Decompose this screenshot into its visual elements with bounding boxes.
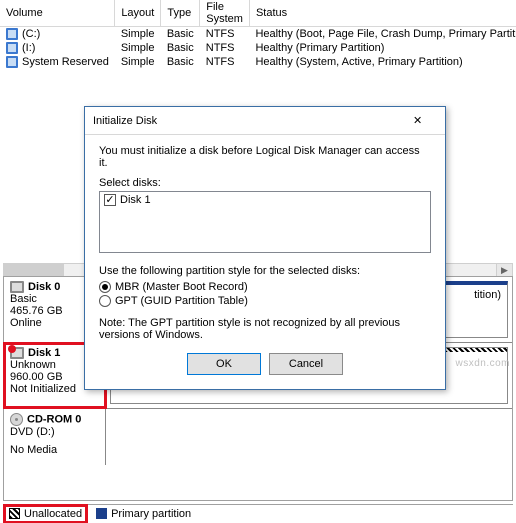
legend-primary: Primary partition bbox=[96, 508, 191, 520]
disk-listbox[interactable]: ✓ Disk 1 bbox=[99, 191, 431, 253]
watermark: wsxdn.com bbox=[455, 358, 510, 369]
swatch-unallocated-icon bbox=[9, 508, 20, 519]
select-disks-label: Select disks: bbox=[99, 177, 431, 189]
gpt-note: Note: The GPT partition style is not rec… bbox=[99, 317, 431, 341]
col-status[interactable]: Status bbox=[249, 0, 516, 27]
initialize-disk-dialog: Initialize Disk ✕ You must initialize a … bbox=[84, 106, 446, 390]
scroll-right-icon[interactable]: ▶ bbox=[496, 264, 512, 276]
cdrom-header[interactable]: CD-ROM 0 DVD (D:) No Media bbox=[4, 409, 106, 465]
table-row[interactable]: System Reserved SimpleBasicNTFSHealthy (… bbox=[0, 55, 516, 69]
checkbox[interactable]: ✓ bbox=[104, 194, 116, 206]
radio-mbr[interactable]: MBR (Master Boot Record) bbox=[99, 281, 431, 293]
radio-icon bbox=[99, 281, 111, 293]
dialog-message: You must initialize a disk before Logica… bbox=[99, 145, 431, 169]
radio-icon bbox=[99, 295, 111, 307]
cd-icon bbox=[10, 413, 23, 426]
table-row[interactable]: (C:) SimpleBasicNTFSHealthy (Boot, Page … bbox=[0, 27, 516, 42]
ok-button[interactable]: OK bbox=[187, 353, 261, 375]
legend: Unallocated Primary partition bbox=[3, 504, 513, 522]
dialog-titlebar[interactable]: Initialize Disk ✕ bbox=[85, 107, 445, 135]
col-type[interactable]: Type bbox=[161, 0, 200, 27]
dialog-title: Initialize Disk bbox=[93, 115, 413, 127]
col-fs[interactable]: File System bbox=[200, 0, 250, 27]
partition-style-label: Use the following partition style for th… bbox=[99, 265, 431, 277]
disk-icon bbox=[10, 281, 24, 293]
drive-icon bbox=[6, 42, 18, 54]
volume-table: Volume Layout Type File System Status C … bbox=[0, 0, 516, 69]
radio-gpt[interactable]: GPT (GUID Partition Table) bbox=[99, 295, 431, 307]
drive-icon bbox=[6, 28, 18, 40]
drive-icon bbox=[6, 56, 18, 68]
swatch-primary-icon bbox=[96, 508, 107, 519]
disk-error-icon bbox=[10, 347, 24, 359]
col-volume[interactable]: Volume bbox=[0, 0, 115, 27]
close-button[interactable]: ✕ bbox=[413, 111, 437, 131]
disk-row: CD-ROM 0 DVD (D:) No Media bbox=[4, 409, 512, 465]
legend-unallocated: Unallocated bbox=[7, 508, 84, 520]
cdrom-body bbox=[106, 409, 512, 465]
table-row[interactable]: (I:) SimpleBasicNTFSHealthy (Primary Par… bbox=[0, 41, 516, 55]
list-item[interactable]: ✓ Disk 1 bbox=[102, 194, 428, 206]
col-layout[interactable]: Layout bbox=[115, 0, 161, 27]
scroll-thumb[interactable] bbox=[4, 264, 64, 276]
cancel-button[interactable]: Cancel bbox=[269, 353, 343, 375]
close-icon: ✕ bbox=[413, 114, 437, 127]
